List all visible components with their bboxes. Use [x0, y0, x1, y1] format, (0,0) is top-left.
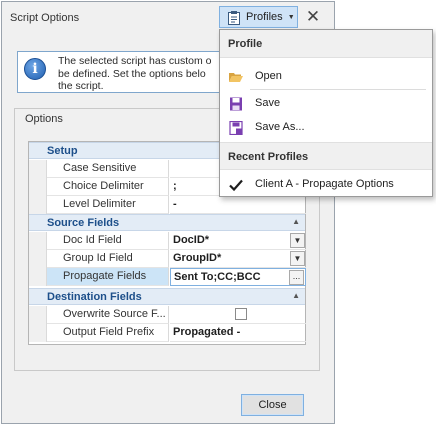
close-icon[interactable]: ✕ — [302, 6, 324, 28]
row-propagate-fields[interactable]: Propagate Fields Sent To;CC;BCC ... — [29, 268, 306, 286]
category-source-fields[interactable]: Source Fields ▲ — [29, 214, 305, 231]
collapse-icon[interactable]: ▲ — [292, 217, 300, 226]
property-value[interactable]: - — [170, 196, 306, 214]
property-name: Overwrite Source F... — [47, 306, 169, 324]
category-label: Destination Fields — [47, 291, 142, 303]
chevron-down-icon[interactable]: ▼ — [290, 233, 305, 248]
row-level-delimiter[interactable]: Level Delimiter - — [29, 196, 306, 214]
folder-open-icon — [228, 69, 244, 83]
floppy-as-icon — [228, 120, 244, 136]
category-destination-fields[interactable]: Destination Fields ▲ — [29, 288, 305, 305]
row-gutter — [29, 178, 47, 196]
menu-item-label: Open — [255, 70, 282, 82]
profiles-label: Profiles — [246, 11, 283, 23]
menu-item-label: Save — [255, 97, 281, 109]
chevron-down-icon[interactable]: ▼ — [290, 251, 305, 266]
options-group-title: Options — [25, 113, 63, 125]
row-output-field-prefix[interactable]: Output Field Prefix Propagated - — [29, 324, 306, 342]
menu-separator — [250, 89, 426, 90]
property-name: Doc Id Field — [47, 232, 169, 250]
row-group-id-field[interactable]: Group Id Field GroupID* ▼ — [29, 250, 306, 268]
ellipsis-button[interactable]: ... — [289, 270, 304, 285]
menu-header-profile: Profile — [220, 30, 432, 58]
row-gutter — [29, 268, 47, 286]
property-name: Output Field Prefix — [47, 324, 169, 342]
property-name: Propagate Fields — [47, 268, 169, 286]
collapse-icon[interactable]: ▲ — [292, 291, 300, 300]
floppy-icon — [228, 96, 244, 111]
property-value[interactable]: DocID* ▼ — [170, 232, 306, 250]
window-title: Script Options — [10, 12, 80, 24]
category-label: Setup — [47, 145, 78, 157]
clipboard-icon — [227, 10, 241, 25]
row-gutter — [29, 232, 47, 250]
property-name: Group Id Field — [47, 250, 169, 268]
row-gutter — [29, 324, 47, 342]
menu-item-label: Save As... — [255, 121, 305, 133]
menu-item-recent-profile[interactable]: Client A - Propagate Options — [220, 172, 432, 196]
property-name: Choice Delimiter — [47, 178, 169, 196]
property-value-text: DocID* — [173, 234, 210, 246]
chevron-down-icon: ▼ — [287, 13, 295, 21]
menu-header-recent: Recent Profiles — [220, 142, 432, 170]
row-gutter — [29, 196, 47, 214]
property-value-text: GroupID* — [173, 252, 222, 264]
category-label: Source Fields — [47, 217, 120, 229]
row-doc-id-field[interactable]: Doc Id Field DocID* ▼ — [29, 232, 306, 250]
row-gutter — [29, 160, 47, 178]
property-value[interactable]: Sent To;CC;BCC ... — [170, 268, 306, 286]
profiles-button[interactable]: Profiles ▼ — [219, 6, 298, 28]
property-name: Case Sensitive — [47, 160, 169, 178]
menu-item-save-as[interactable]: Save As... — [220, 115, 432, 139]
property-value-text: Sent To;CC;BCC — [174, 271, 261, 283]
row-overwrite-source[interactable]: Overwrite Source F... — [29, 306, 306, 324]
property-value[interactable]: GroupID* ▼ — [170, 250, 306, 268]
row-gutter — [29, 306, 47, 324]
overwrite-checkbox[interactable] — [235, 308, 247, 320]
property-name: Level Delimiter — [47, 196, 169, 214]
checkmark-icon — [228, 177, 244, 192]
menu-item-open[interactable]: Open — [220, 64, 432, 88]
row-gutter — [29, 250, 47, 268]
property-value[interactable] — [170, 306, 306, 324]
menu-item-label: Client A - Propagate Options — [255, 178, 394, 190]
info-icon: i — [24, 58, 46, 80]
close-button[interactable]: Close — [241, 394, 304, 416]
profiles-menu: Profile Open Save Save As... Recent Prof… — [219, 29, 433, 197]
menu-item-save[interactable]: Save — [220, 91, 432, 115]
property-value[interactable]: Propagated - — [170, 324, 306, 342]
